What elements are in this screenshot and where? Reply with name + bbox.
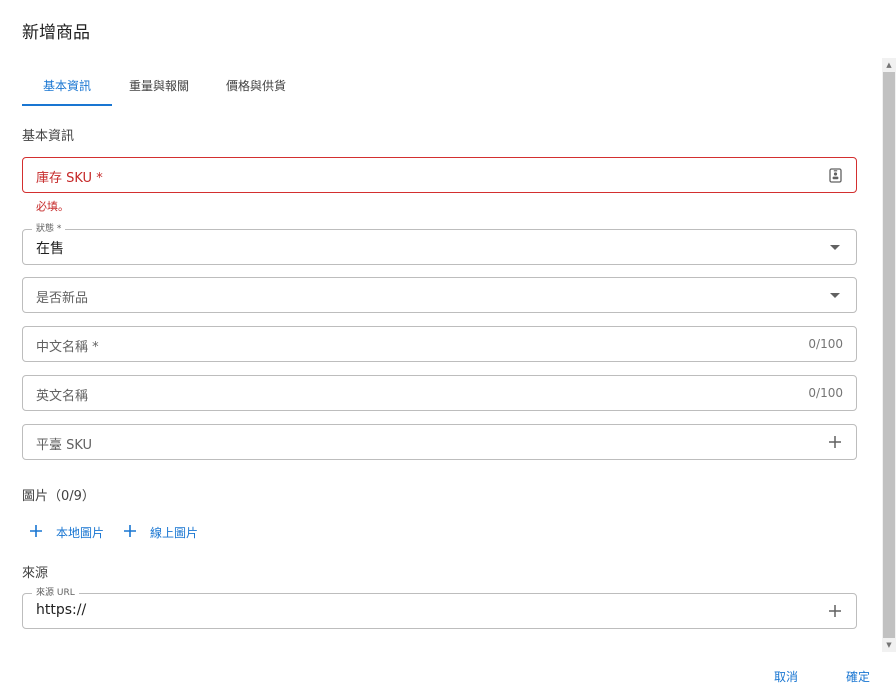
sku-placeholder: 庫存 SKU *: [36, 171, 103, 186]
chevron-down-icon[interactable]: [826, 238, 844, 256]
is-new-select[interactable]: 是否新品: [22, 277, 857, 313]
tab-basic-info[interactable]: 基本資訊: [22, 64, 112, 106]
plus-icon[interactable]: [826, 602, 844, 620]
tab-price-supply[interactable]: 價格與供貨: [206, 64, 306, 106]
status-label: 狀態 *: [32, 223, 66, 235]
add-online-image-button[interactable]: 線上圖片: [124, 520, 198, 544]
sku-error-message: 必填。: [36, 200, 69, 213]
scroll-up-arrow-icon[interactable]: ▲: [882, 58, 896, 72]
status-select[interactable]: 狀態 * 在售: [22, 223, 857, 265]
chevron-down-icon[interactable]: [826, 286, 844, 304]
cancel-button[interactable]: 取消: [774, 668, 798, 685]
tab-weight-customs[interactable]: 重量與報關: [112, 64, 206, 106]
status-value: 在售: [36, 241, 64, 257]
source-url-label: 來源 URL: [32, 587, 79, 599]
name-zh-placeholder: 中文名稱 *: [36, 340, 99, 355]
confirm-button[interactable]: 確定: [846, 668, 870, 685]
badge-icon[interactable]: [826, 166, 844, 184]
add-online-image-label: 線上圖片: [150, 525, 199, 540]
section-title-images: 圖片（0/9）: [22, 489, 95, 504]
scroll-thumb[interactable]: [883, 72, 895, 638]
name-en-placeholder: 英文名稱: [36, 389, 89, 404]
name-zh-counter: 0/100: [808, 337, 843, 351]
add-local-image-button[interactable]: 本地圖片: [30, 520, 104, 544]
name-en-input[interactable]: 英文名稱 0/100: [22, 375, 857, 411]
dialog-title: 新增商品: [22, 23, 90, 43]
name-en-counter: 0/100: [808, 386, 843, 400]
platform-sku-input[interactable]: 平臺 SKU: [22, 424, 857, 460]
is-new-placeholder: 是否新品: [36, 291, 89, 306]
section-title-source: 來源: [22, 566, 49, 581]
platform-sku-placeholder: 平臺 SKU: [36, 438, 93, 453]
vertical-scrollbar[interactable]: ▲ ▼: [882, 58, 896, 652]
source-url-input[interactable]: 來源 URL https://: [22, 587, 857, 629]
plus-icon: [30, 525, 44, 539]
tab-bar: 基本資訊 重量與報關 價格與供貨: [22, 64, 306, 106]
plus-icon: [124, 525, 138, 539]
section-title-basic: 基本資訊: [22, 129, 75, 144]
scroll-down-arrow-icon[interactable]: ▼: [882, 638, 896, 652]
sku-field[interactable]: 庫存 SKU *: [22, 157, 857, 193]
plus-icon[interactable]: [826, 433, 844, 451]
name-zh-input[interactable]: 中文名稱 * 0/100: [22, 326, 857, 362]
add-local-image-label: 本地圖片: [56, 525, 105, 540]
source-url-value: https://: [36, 602, 87, 618]
